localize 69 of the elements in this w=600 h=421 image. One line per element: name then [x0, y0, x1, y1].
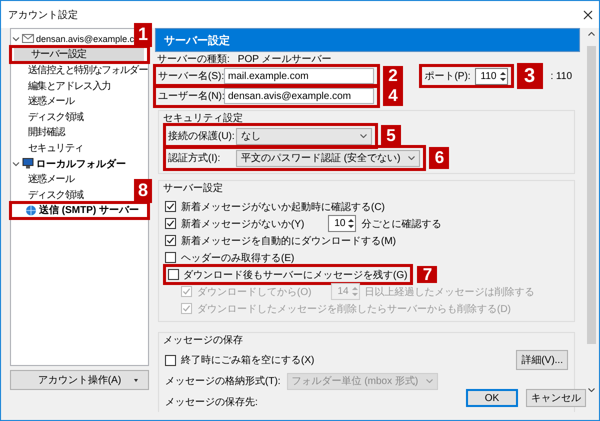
field-label: メッセージの保存先:: [165, 396, 258, 409]
checkbox-label[interactable]: 終了時にごみ箱を空にする(X): [181, 353, 314, 367]
chevron-icon[interactable]: [12, 160, 20, 168]
tree-item[interactable]: ディスク領域: [11, 186, 86, 203]
spinner-label: 分ごとに確認する: [361, 218, 442, 230]
step-number: 1: [134, 22, 152, 47]
chevron-down-icon: [408, 156, 416, 160]
tree-item[interactable]: 送信 (SMTP) サーバー: [14, 202, 144, 218]
chevron-down-icon[interactable]: [588, 388, 595, 392]
computer-icon: [22, 158, 34, 170]
chevron-icon[interactable]: [12, 34, 20, 43]
spinner-label: 日以上経過したメッセージは削除する: [364, 286, 535, 298]
field-value: POP メールサーバー: [238, 53, 332, 66]
caret-icon: [134, 379, 138, 382]
dialog-button[interactable]: OK: [466, 389, 518, 407]
checkbox-label[interactable]: ヘッダーのみ取得する(E): [181, 250, 294, 264]
chevron-down-icon: [360, 134, 367, 138]
step-number: 3: [516, 63, 542, 89]
checkbox[interactable]: [168, 269, 179, 280]
step-number: 6: [429, 147, 450, 169]
step-number: 5: [381, 125, 401, 147]
step-number: 8: [134, 178, 152, 203]
dialog-button[interactable]: キャンセル: [526, 389, 586, 407]
checkbox[interactable]: [165, 201, 176, 212]
panel-header: サーバー設定: [155, 28, 580, 52]
group-title: メッセージの保存: [163, 335, 243, 346]
tree-item[interactable]: 送信控えと特別なフォルダー: [11, 62, 150, 78]
tree-item[interactable]: 迷惑メール: [11, 93, 76, 109]
number-spinner[interactable]: 110: [474, 68, 508, 84]
window-title: アカウント設定: [8, 8, 78, 22]
field-label: ポート(P):: [424, 70, 471, 83]
tree-item[interactable]: ディスク領域: [11, 108, 86, 125]
input-field[interactable]: densan.avis@example.com: [224, 88, 374, 104]
checkbox[interactable]: [165, 235, 176, 246]
tree-item[interactable]: densan.avis@example.c: [11, 31, 136, 47]
default-port-label: : 110: [550, 70, 572, 82]
dropdown[interactable]: 平文のパスワード認証 (安全でない): [236, 150, 420, 166]
number-spinner[interactable]: 10: [328, 215, 356, 232]
step-number: 4: [383, 86, 403, 106]
tree-item[interactable]: 編集とアドレス入力: [11, 78, 113, 94]
input-field[interactable]: mail.example.com: [224, 68, 374, 84]
globe-icon: [25, 204, 37, 216]
account-actions-button[interactable]: アカウント操作(A): [10, 370, 149, 390]
tree-item[interactable]: 開封確認: [11, 124, 67, 140]
field-label: メッセージの格納形式(T):: [165, 374, 281, 388]
advanced-button[interactable]: 詳細(V)...: [516, 350, 568, 370]
field-label: サーバーの種類:: [157, 52, 230, 66]
chevron-down-icon: [426, 379, 434, 383]
checkbox-label[interactable]: 新着メッセージがないか起動時に確認する(C): [181, 200, 385, 214]
group-title: セキュリティ設定: [163, 113, 243, 124]
dropdown[interactable]: なし: [236, 128, 372, 144]
step-number: 7: [417, 266, 438, 283]
field-label: 接続の保護(U):: [168, 130, 232, 143]
tree-item[interactable]: ローカルフォルダー: [11, 156, 128, 172]
checkbox-label[interactable]: 新着メッセージを自動的にダウンロードする(M): [181, 234, 396, 248]
chevron-up-icon[interactable]: [588, 32, 595, 36]
field-label: 認証方式(I):: [168, 152, 222, 165]
checkbox[interactable]: [165, 252, 176, 263]
group-title: サーバー設定: [163, 183, 223, 194]
checkbox[interactable]: [165, 354, 176, 366]
envelope-icon: [22, 33, 34, 44]
step-number: 2: [383, 66, 403, 86]
tree-item[interactable]: セキュリティ: [11, 140, 86, 156]
tree-item[interactable]: 迷惑メール: [11, 171, 76, 187]
checkbox[interactable]: [165, 218, 176, 229]
checkbox-label[interactable]: ダウンロード後もサーバーにメッセージを残す(G): [183, 268, 408, 282]
checkbox-label[interactable]: 新着メッセージがないか(Y): [181, 216, 304, 230]
close-icon[interactable]: [583, 10, 593, 20]
tree-item[interactable]: サーバー設定: [14, 46, 144, 62]
